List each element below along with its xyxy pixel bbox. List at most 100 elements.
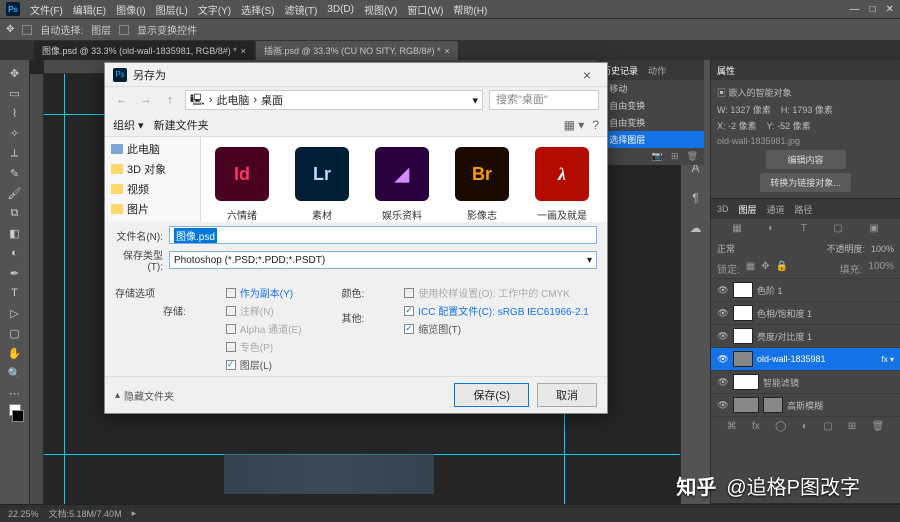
save-button[interactable]: 保存(S) [454, 383, 529, 407]
filter-smart-icon[interactable]: ▣ [869, 223, 878, 234]
ruler-vertical[interactable] [30, 74, 44, 504]
organize-button[interactable]: 组织 ▾ [113, 117, 144, 133]
blend-mode[interactable]: 正常 [717, 242, 735, 255]
snapshot-icon[interactable]: 📷 [652, 151, 663, 162]
menu-view[interactable]: 视图(V) [364, 2, 397, 17]
nav-forward-button[interactable]: → [137, 91, 155, 109]
tree-node[interactable]: 视频 [105, 179, 200, 199]
layer-row[interactable]: 👁亮度/对比度 1 [711, 324, 900, 347]
file-view[interactable]: Id六情绪Lr素材◢娱乐资料Br影像志λ一画及就是 [201, 137, 607, 222]
link-layers-icon[interactable]: ⌘ [727, 421, 737, 432]
cancel-button[interactable]: 取消 [537, 383, 597, 407]
history-item[interactable]: ▫移动 [596, 80, 704, 97]
fill-value[interactable]: 100% [868, 261, 894, 276]
brush-tool[interactable]: 🖌 [4, 184, 26, 202]
shape-tool[interactable]: ▢ [4, 324, 26, 342]
layer-row[interactable]: 👁色相/饱和度 1 [711, 301, 900, 324]
menu-select[interactable]: 选择(S) [241, 2, 274, 17]
close-icon[interactable]: × [241, 46, 246, 56]
hand-tool[interactable]: ✋ [4, 344, 26, 362]
mask-icon[interactable]: ◯ [775, 421, 786, 432]
history-item[interactable]: ▫选择图层 [596, 131, 704, 148]
tree-node[interactable]: 此电脑 [105, 139, 200, 159]
thumbnail-option[interactable]: 缩览图(T) [404, 321, 589, 336]
tab-properties[interactable]: 属性 [717, 64, 735, 77]
address-bar[interactable]: 🖳› 此电脑› 桌面 ▾ [185, 90, 483, 110]
filter-adj-icon[interactable]: ◐ [768, 223, 774, 234]
menu-image[interactable]: 图像(I) [116, 2, 145, 17]
tab-channels[interactable]: 通道 [767, 203, 785, 216]
delete-icon[interactable]: 🗑 [687, 151, 698, 162]
tree-node[interactable]: 图片 [105, 199, 200, 219]
nav-up-button[interactable]: ↑ [161, 91, 179, 109]
eraser-tool[interactable]: ◧ [4, 224, 26, 242]
save-option[interactable]: ICC 配置文件(C): sRGB IEC61966-2.1 [404, 303, 589, 318]
file-item[interactable]: Br影像志 [451, 147, 513, 222]
zoom-tool[interactable]: 🔍 [4, 364, 26, 382]
color-swatches[interactable] [4, 404, 26, 422]
window-maximize[interactable]: □ [870, 4, 876, 15]
nav-back-button[interactable]: ← [113, 91, 131, 109]
crop-tool[interactable]: ⟂ [4, 144, 26, 162]
tree-node[interactable]: 3D 对象 [105, 159, 200, 179]
new-folder-button[interactable]: 新建文件夹 [154, 117, 209, 133]
save-option[interactable]: 作为副本(Y) [226, 285, 302, 300]
type-tool[interactable]: T [4, 284, 26, 302]
folder-tree[interactable]: 此电脑3D 对象视频图片文档下载音乐桌面Win 10 Pro x64软件 (E:… [105, 137, 201, 222]
tab-actions[interactable]: 动作 [648, 64, 666, 77]
para-panel-icon[interactable]: ¶ [688, 190, 704, 206]
visibility-icon[interactable]: 👁 [717, 308, 729, 319]
layer-row[interactable]: 👁old-wall-1835981fx ▾ [711, 347, 900, 370]
lock-all-icon[interactable]: 🔒 [776, 261, 788, 276]
layer-row[interactable]: 👁高斯模糊 [711, 393, 900, 416]
filename-input[interactable]: 图像.psd [169, 226, 597, 244]
file-item[interactable]: ◢娱乐资料 [371, 147, 433, 222]
visibility-icon[interactable]: 👁 [717, 377, 729, 388]
tab-paths[interactable]: 路径 [795, 203, 813, 216]
new-layer-icon[interactable]: ⊞ [848, 421, 856, 432]
tab-layers[interactable]: 图层 [739, 203, 757, 216]
doc-size[interactable]: 文档:5.18M/7.40M [49, 507, 122, 520]
move-tool[interactable]: ✥ [4, 64, 26, 82]
file-item[interactable]: Id六情绪 [211, 147, 273, 222]
hide-folders-toggle[interactable]: ▴ 隐藏文件夹 [115, 388, 174, 403]
stamp-tool[interactable]: ⧉ [4, 204, 26, 222]
menu-file[interactable]: 文件(F) [30, 2, 63, 17]
zoom-level[interactable]: 22.25% [8, 509, 39, 519]
autoselect-check[interactable] [22, 25, 32, 35]
adj-layer-icon[interactable]: ◐ [802, 421, 808, 432]
view-mode-button[interactable]: ▦ ▾ [564, 118, 585, 132]
marquee-tool[interactable]: ▭ [4, 84, 26, 102]
filter-type-icon[interactable]: T [801, 223, 807, 234]
wand-tool[interactable]: ✧ [4, 124, 26, 142]
libs-panel-icon[interactable]: ☁ [688, 220, 704, 236]
lock-pixels-icon[interactable]: ▦ [746, 261, 755, 276]
edit-contents-button[interactable]: 编辑内容 [766, 150, 846, 169]
visibility-icon[interactable]: 👁 [717, 331, 729, 342]
visibility-icon[interactable]: 👁 [717, 285, 729, 296]
group-icon[interactable]: ▢ [823, 421, 832, 432]
help-button[interactable]: ? [592, 118, 599, 132]
layer-row[interactable]: 👁智能滤镜 [711, 370, 900, 393]
lasso-tool[interactable]: ⌇ [4, 104, 26, 122]
filter-shape-icon[interactable]: ▢ [833, 223, 842, 234]
fx-icon[interactable]: fx [752, 421, 760, 432]
menu-help[interactable]: 帮助(H) [453, 2, 487, 17]
menu-edit[interactable]: 编辑(E) [73, 2, 106, 17]
close-icon[interactable]: × [445, 46, 450, 56]
visibility-icon[interactable]: 👁 [717, 354, 729, 365]
menu-filter[interactable]: 滤镜(T) [285, 2, 318, 17]
lock-position-icon[interactable]: ✥ [761, 261, 769, 276]
window-minimize[interactable]: — [850, 4, 860, 15]
layer-row[interactable]: 👁色阶 1 [711, 278, 900, 301]
document-tab-1[interactable]: 图像.psd @ 33.3% (old-wall-1835981, RGB/8#… [34, 41, 254, 60]
delete-layer-icon[interactable]: 🗑 [872, 421, 885, 432]
file-item[interactable]: λ一画及就是 [531, 147, 593, 222]
document-tab-2[interactable]: 插画.psd @ 33.3% (CU NO SITY, RGB/8#) *× [256, 41, 458, 60]
menu-window[interactable]: 窗口(W) [407, 2, 443, 17]
pen-tool[interactable]: ✒ [4, 264, 26, 282]
filetype-select[interactable]: Photoshop (*.PSD;*.PDD;*.PSDT)▾ [169, 251, 597, 269]
menu-type[interactable]: 文字(Y) [198, 2, 231, 17]
path-tool[interactable]: ▷ [4, 304, 26, 322]
window-close[interactable]: ✕ [886, 4, 894, 15]
